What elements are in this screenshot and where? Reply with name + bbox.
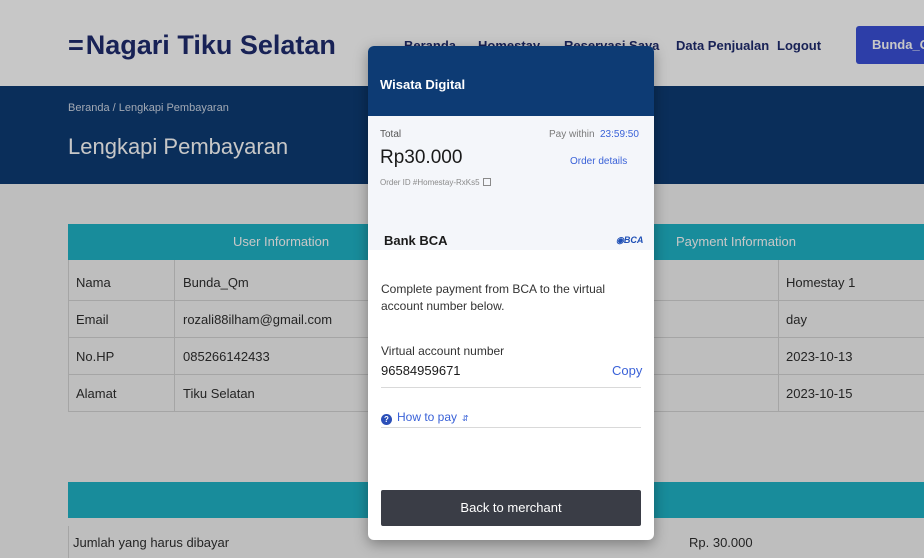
nav-link-logout[interactable]: Logout [777, 38, 821, 53]
brand-name: Nagari Tiku Selatan [85, 30, 336, 60]
row-label: Nama [76, 275, 111, 290]
table-divider [68, 260, 69, 412]
total-value: Rp. 30.000 [689, 535, 753, 550]
breadcrumb: Beranda / Lengkapi Pembayaran [68, 102, 229, 114]
row-label: Alamat [76, 386, 117, 401]
modal-header: Wisata Digital [368, 46, 654, 116]
row-payment-value: day [786, 312, 807, 327]
row-payment-value: 2023-10-13 [786, 349, 853, 364]
table-divider [174, 260, 175, 412]
order-id-text: Order ID #Homestay-RxKs5 [380, 178, 480, 187]
va-label: Virtual account number [381, 344, 505, 358]
back-to-merchant-button[interactable]: Back to merchant [381, 490, 641, 526]
row-label: Email [76, 312, 109, 327]
total-label: Total [380, 129, 402, 140]
payment-instructions: Complete payment from BCA to the virtual… [381, 282, 606, 313]
order-details-link[interactable]: Order details [570, 156, 627, 167]
order-summary: Total Rp30.000 Order ID #Homestay-RxKs5 … [368, 116, 654, 250]
payment-modal: Wisata Digital Total Rp30.000 Order ID #… [368, 46, 654, 540]
row-value: Bunda_Qm [183, 275, 249, 290]
divider [381, 427, 641, 428]
total-label: Jumlah yang harus dibayar [73, 535, 230, 550]
bca-logo-text: BCA [623, 235, 644, 245]
order-id: Order ID #Homestay-RxKs5 [380, 178, 491, 187]
row-value: 085266142433 [183, 349, 270, 364]
how-to-pay-toggle[interactable]: ? How to pay ⇵ [381, 410, 469, 425]
row-label: No.HP [76, 349, 115, 364]
countdown-timer: 23:59:50 [600, 129, 639, 140]
nav-link-data-penjualan[interactable]: Data Penjualan [676, 38, 769, 53]
row-value: rozali88ilham@gmail.com [183, 312, 333, 327]
row-payment-value: 2023-10-15 [786, 386, 853, 401]
expand-caret-icon: ⇵ [462, 414, 469, 423]
total-amount: Rp30.000 [380, 147, 463, 168]
copy-icon[interactable] [482, 178, 491, 186]
divider [381, 387, 641, 388]
row-payment-value: Homestay 1 [786, 275, 856, 290]
va-number: 96584959671 [381, 363, 461, 378]
help-icon: ? [381, 414, 392, 425]
merchant-name: Wisata Digital [380, 77, 466, 92]
payment-info-header: Payment Information [654, 224, 924, 260]
payment-info-header-label: Payment Information [676, 234, 796, 249]
row-value: Tiku Selatan [183, 386, 255, 401]
pay-within-label: Pay within [549, 129, 595, 140]
copy-va-button[interactable]: Copy [612, 363, 642, 378]
user-menu-button[interactable]: Bunda_Q [856, 26, 924, 64]
bca-logo: ◉BCA [616, 235, 644, 245]
page-title: Lengkapi Pembayaran [68, 134, 289, 159]
user-info-header-label: User Information [233, 234, 330, 249]
bank-name: Bank BCA [384, 233, 448, 248]
menu-lines-icon: = [68, 30, 84, 60]
brand-logo[interactable]: =Nagari Tiku Selatan [68, 30, 336, 61]
user-info-header: User Information [68, 224, 368, 260]
table-divider [778, 260, 779, 412]
how-to-pay-label: How to pay [397, 410, 458, 424]
